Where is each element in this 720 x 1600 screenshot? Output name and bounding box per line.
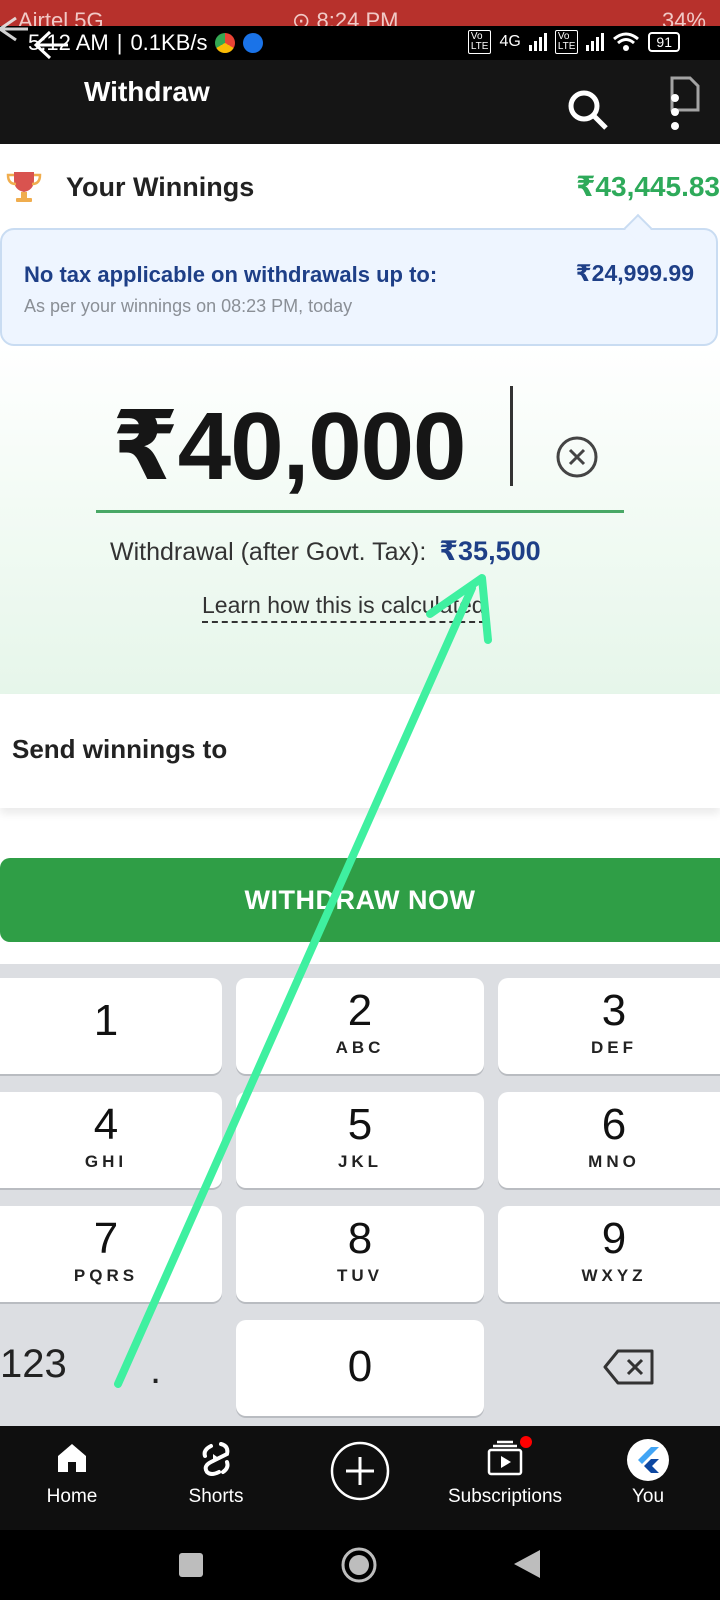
dot-key[interactable]: .: [150, 1348, 161, 1393]
signal-icon: [528, 33, 547, 51]
winnings-amount: ₹43,445.83: [575, 171, 720, 202]
create-plus-icon: [330, 1441, 390, 1501]
nav-home[interactable]: Home: [22, 1426, 122, 1530]
tax-info-subtitle: As per your winnings on 08:23 PM, today: [24, 296, 353, 316]
subscriptions-icon: [487, 1440, 523, 1476]
search-icon[interactable]: [566, 88, 610, 132]
key-7[interactable]: 7 PQRS: [0, 1206, 222, 1302]
send-winnings-label: Send winnings to: [12, 734, 228, 764]
after-tax-row: Withdrawal (after Govt. Tax): ₹35,500: [110, 536, 541, 567]
amount-input[interactable]: ₹40,000: [112, 390, 466, 502]
key-5[interactable]: 5 JKL: [236, 1092, 484, 1188]
backspace-icon[interactable]: [602, 1348, 656, 1386]
system-navigation-bar: [0, 1530, 720, 1600]
key-1[interactable]: 1: [0, 978, 222, 1074]
flutter-avatar-icon: [627, 1439, 669, 1481]
back-arrow-ghost-icon: [0, 16, 28, 42]
key-2[interactable]: 2 ABC: [236, 978, 484, 1074]
wifi-icon: [613, 32, 640, 51]
nav-create[interactable]: [318, 1426, 402, 1530]
after-tax-label: Withdrawal (after Govt. Tax):: [110, 538, 427, 566]
gear-notification-icon: [243, 33, 264, 53]
volte-icon: Vo LTE: [467, 30, 492, 54]
shorts-icon: [202, 1442, 230, 1476]
chrome-icon: [215, 33, 236, 53]
learn-calculation-link[interactable]: Learn how this is calculated: [202, 592, 485, 623]
clear-icon[interactable]: [554, 434, 600, 480]
tax-free-amount: ₹24,999.99: [575, 260, 694, 286]
volte-icon-2: Vo LTE: [554, 30, 579, 54]
key-0[interactable]: 0: [236, 1320, 484, 1416]
signal-icon-2: [586, 33, 605, 51]
youtube-bottom-nav: Home Shorts Subscriptions You: [0, 1426, 720, 1530]
key-6[interactable]: 6 MNO: [498, 1092, 720, 1188]
winnings-row: Your Winnings ₹43,445.83: [0, 144, 720, 224]
nav-shorts[interactable]: Shorts: [166, 1426, 266, 1530]
network-type: 4G: [499, 33, 521, 50]
tax-info-title: No tax applicable on withdrawals up to:: [24, 262, 438, 287]
key-9[interactable]: 9 WXYZ: [498, 1206, 720, 1302]
symbols-key[interactable]: 123: [0, 1342, 67, 1387]
key-4[interactable]: 4 GHI: [0, 1092, 222, 1188]
trophy-icon: [6, 172, 42, 202]
send-winnings-section[interactable]: Send winnings to: [0, 694, 720, 808]
app-header: Withdraw: [0, 60, 720, 144]
back-arrow-icon[interactable]: [30, 24, 72, 66]
home-icon: [58, 1444, 86, 1472]
amount-entry-section: ₹40,000 Withdrawal (after Govt. Tax): ₹3…: [0, 346, 720, 694]
battery-icon: 91: [648, 32, 680, 52]
more-options-icon[interactable]: [660, 92, 690, 132]
tax-info-box: No tax applicable on withdrawals up to: …: [0, 213, 718, 346]
key-3[interactable]: 3 DEF: [498, 978, 720, 1074]
page-title: Withdraw: [84, 76, 210, 107]
amount-underline: [96, 510, 624, 513]
status-speed: 0.1KB/s: [130, 30, 208, 55]
notification-dot: [520, 1436, 532, 1448]
nav-subscriptions[interactable]: Subscriptions: [440, 1426, 570, 1530]
recents-icon[interactable]: [178, 1552, 204, 1578]
key-8[interactable]: 8 TUV: [236, 1206, 484, 1302]
text-cursor: [510, 386, 513, 486]
status-bar: 5:12 AM | 0.1KB/s Vo LTE 4G Vo LTE 91: [0, 26, 720, 60]
home-circle-icon[interactable]: [340, 1546, 378, 1584]
nav-you[interactable]: You: [600, 1426, 696, 1530]
back-triangle-icon[interactable]: [512, 1548, 542, 1580]
withdraw-now-button[interactable]: WITHDRAW NOW: [0, 858, 720, 942]
winnings-label: Your Winnings: [66, 172, 255, 202]
after-tax-value: ₹35,500: [439, 536, 541, 566]
